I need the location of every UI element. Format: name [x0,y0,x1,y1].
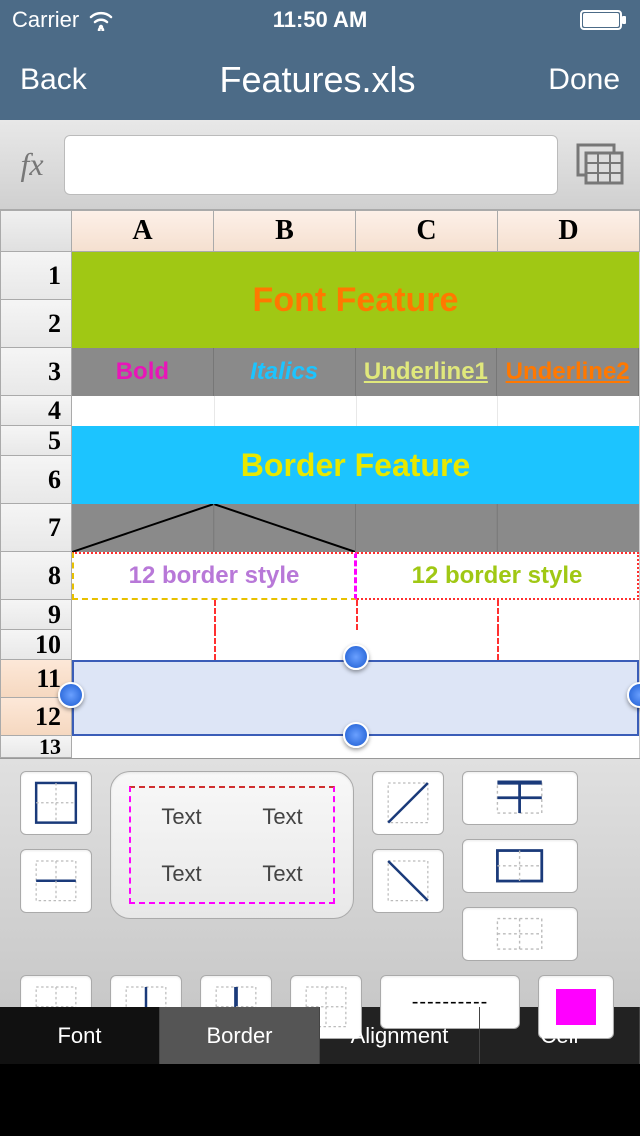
row-header[interactable]: 4 [0,396,72,426]
border-outline-button[interactable] [462,839,578,893]
border-format-panel: Text Text Text Text ---------- [0,758,640,1007]
carrier-label: Carrier [12,7,79,33]
clock: 11:50 AM [273,7,368,33]
tab-alignment[interactable]: Alignment [320,1007,480,1064]
row-header[interactable]: 8 [0,552,72,600]
selection-handle-top[interactable] [343,644,369,670]
cell-diagonal[interactable] [72,504,639,552]
preview-text: Text [232,788,333,845]
formula-bar: fx [0,120,640,210]
border-diag-up-button[interactable] [372,771,444,835]
preview-text: Text [131,845,232,902]
row-header[interactable]: 1 [0,252,72,300]
border-bottom-button[interactable] [462,907,578,961]
col-header-d[interactable]: D [498,210,640,252]
select-all-corner[interactable] [0,210,72,252]
back-button[interactable]: Back [20,63,87,97]
done-button[interactable]: Done [548,63,620,97]
row-header[interactable]: 6 [0,456,72,504]
row-header[interactable]: 13 [0,736,72,758]
document-title: Features.xls [219,59,415,101]
battery-icon [580,10,628,30]
row-header[interactable]: 3 [0,348,72,396]
row-header[interactable]: 2 [0,300,72,348]
tab-border[interactable]: Border [160,1007,320,1064]
cell-italics[interactable]: Italics [214,348,356,396]
column-headers: A B C D [0,210,640,252]
fx-label: fx [14,146,50,183]
cell-bold[interactable]: Bold [72,348,214,396]
row-header[interactable]: 9 [0,600,72,630]
selection-handle-bottom[interactable] [343,722,369,748]
preview-text: Text [232,845,333,902]
tab-cell[interactable]: Cell [480,1007,640,1064]
spreadsheet[interactable]: A B C D 1 Font Feature 2 3 Bold Italics … [0,210,640,758]
border-inside-h-button[interactable] [20,849,92,913]
cell-border-style-left[interactable]: 12 border style [72,552,357,600]
border-top-button[interactable] [462,771,578,825]
col-header-b[interactable]: B [214,210,356,252]
cell-underline1[interactable]: Underline1 [356,348,498,396]
nav-bar: Back Features.xls Done [0,40,640,120]
formula-input[interactable] [64,135,558,195]
preview-text: Text [131,788,232,845]
col-header-a[interactable]: A [72,210,214,252]
border-none-button[interactable] [20,771,92,835]
row-header[interactable]: 5 [0,426,72,456]
border-diag-down-button[interactable] [372,849,444,913]
wifi-icon [87,9,115,31]
sheets-button[interactable] [572,141,626,189]
tab-font[interactable]: Font [0,1007,160,1064]
selection-handle-left[interactable] [58,682,84,708]
cell-border-style-right[interactable]: 12 border style [357,552,639,600]
row-header[interactable]: 10 [0,630,72,660]
col-header-c[interactable]: C [356,210,498,252]
status-bar: Carrier 11:50 AM [0,0,640,40]
cell-underline2[interactable]: Underline2 [497,348,639,396]
row-header[interactable]: 7 [0,504,72,552]
format-tabs: Font Border Alignment Cell [0,1007,640,1064]
border-preview[interactable]: Text Text Text Text [110,771,354,919]
